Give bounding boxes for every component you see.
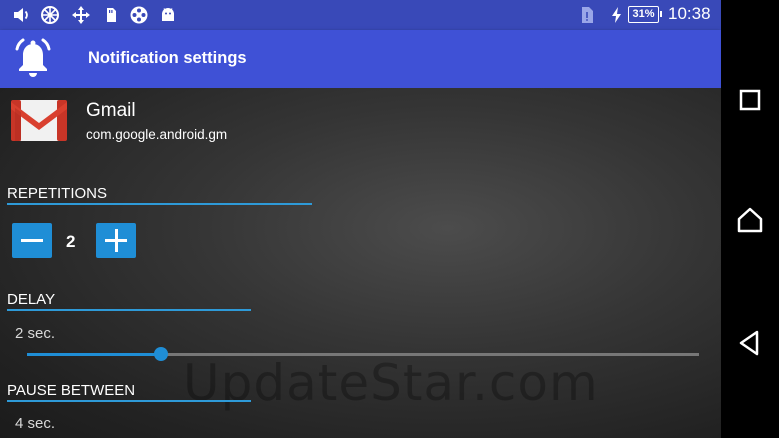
pause-between-divider xyxy=(7,400,251,402)
status-bar: 31% 10:38 xyxy=(0,0,721,30)
home-icon[interactable] xyxy=(735,205,765,235)
repetitions-label: REPETITIONS xyxy=(7,185,108,202)
minus-icon xyxy=(21,239,43,242)
repetitions-value: 2 xyxy=(66,232,76,251)
plus-icon-vertical xyxy=(114,229,118,252)
pause-between-label: PAUSE BETWEEN xyxy=(7,382,136,399)
watermark: UpdateStar.com xyxy=(183,354,599,412)
repetitions-divider xyxy=(7,203,312,205)
pinwheel-icon xyxy=(41,6,59,24)
app-package-name: com.google.android.gm xyxy=(86,127,228,142)
move-arrows-icon xyxy=(72,6,90,24)
battery-indicator: 31% xyxy=(628,6,662,23)
page-title: Notification settings xyxy=(88,49,247,67)
gmail-icon xyxy=(11,100,67,141)
film-reel-icon xyxy=(130,6,148,24)
delay-slider-thumb[interactable] xyxy=(154,347,169,361)
volume-icon xyxy=(14,8,28,22)
increase-repetitions-button[interactable] xyxy=(96,223,136,258)
settings-content: Gmail com.google.android.gm REPETITIONS … xyxy=(0,88,721,438)
app-toolbar: Notification settings xyxy=(0,30,721,88)
navigation-bar xyxy=(721,0,779,438)
app-name: Gmail xyxy=(86,100,136,121)
clock: 10:38 xyxy=(668,4,711,23)
pause-between-value: 4 sec. xyxy=(15,415,56,432)
android-icon xyxy=(162,8,174,21)
charging-bolt-icon xyxy=(612,7,621,23)
back-icon[interactable] xyxy=(735,328,765,358)
delay-value: 2 sec. xyxy=(15,325,56,342)
sim-card-icon xyxy=(582,7,593,23)
delay-divider xyxy=(7,309,251,311)
delay-slider-fill xyxy=(27,353,162,356)
decrease-repetitions-button[interactable] xyxy=(12,223,52,258)
delay-label: DELAY xyxy=(7,291,56,308)
recents-icon[interactable] xyxy=(735,85,765,115)
bell-icon xyxy=(15,38,51,77)
sd-card-icon xyxy=(107,8,116,22)
